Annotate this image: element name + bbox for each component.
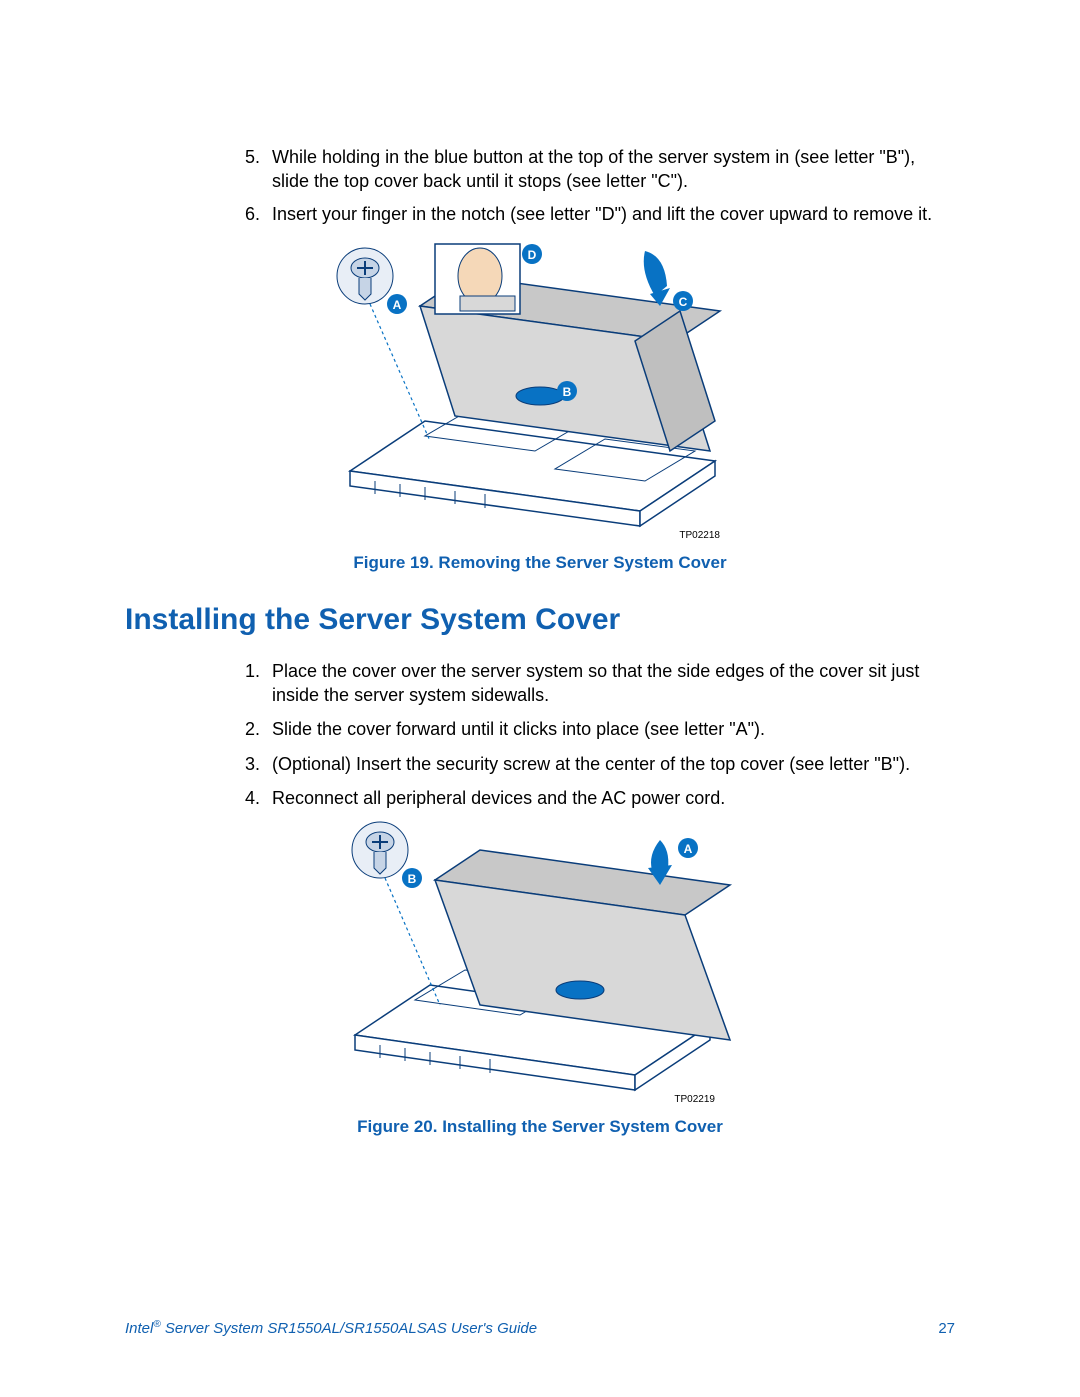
svg-text:A: A <box>684 842 693 856</box>
list-number: 4. <box>245 786 272 810</box>
list-text: Reconnect all peripheral devices and the… <box>272 786 955 810</box>
list-item: 2. Slide the cover forward until it clic… <box>245 717 955 741</box>
figure-image: B A TP02219 <box>340 820 740 1105</box>
list-text: Slide the cover forward until it clicks … <box>272 717 955 741</box>
figure-19: A D B C TP02218 Figure 19. Removing the … <box>125 236 955 573</box>
remove-cover-steps: 5. While holding in the blue button at t… <box>125 145 955 226</box>
figure-caption: Figure 19. Removing the Server System Co… <box>125 553 955 573</box>
list-text: Place the cover over the server system s… <box>272 659 955 708</box>
page-footer: Intel® Server System SR1550AL/SR1550ALSA… <box>125 1319 955 1337</box>
page-number: 27 <box>938 1320 955 1337</box>
list-number: 3. <box>245 752 272 776</box>
list-item: 5. While holding in the blue button at t… <box>245 145 955 194</box>
footer-title: Intel® Server System SR1550AL/SR1550ALSA… <box>125 1319 537 1337</box>
list-item: 4. Reconnect all peripheral devices and … <box>245 786 955 810</box>
figure-20: B A TP02219 Figure 20. Installing the Se… <box>125 820 955 1137</box>
svg-text:C: C <box>679 295 688 309</box>
list-item: 3. (Optional) Insert the security screw … <box>245 752 955 776</box>
list-text: While holding in the blue button at the … <box>272 145 955 194</box>
list-text: Insert your finger in the notch (see let… <box>272 202 955 226</box>
list-item: 1. Place the cover over the server syste… <box>245 659 955 708</box>
list-item: 6. Insert your finger in the notch (see … <box>245 202 955 226</box>
list-number: 6. <box>245 202 272 226</box>
list-number: 5. <box>245 145 272 194</box>
svg-text:B: B <box>408 872 417 886</box>
section-heading: Installing the Server System Cover <box>125 603 955 637</box>
figure-caption: Figure 20. Installing the Server System … <box>125 1117 955 1137</box>
figure-tag: TP02219 <box>674 1094 715 1105</box>
install-cover-steps: 1. Place the cover over the server syste… <box>125 659 955 810</box>
svg-text:D: D <box>528 248 537 262</box>
list-text: (Optional) Insert the security screw at … <box>272 752 955 776</box>
list-number: 2. <box>245 717 272 741</box>
svg-text:A: A <box>393 298 402 312</box>
svg-text:B: B <box>563 385 572 399</box>
list-number: 1. <box>245 659 272 708</box>
figure-image: A D B C TP02218 <box>335 236 745 541</box>
figure-tag: TP02218 <box>679 530 720 541</box>
